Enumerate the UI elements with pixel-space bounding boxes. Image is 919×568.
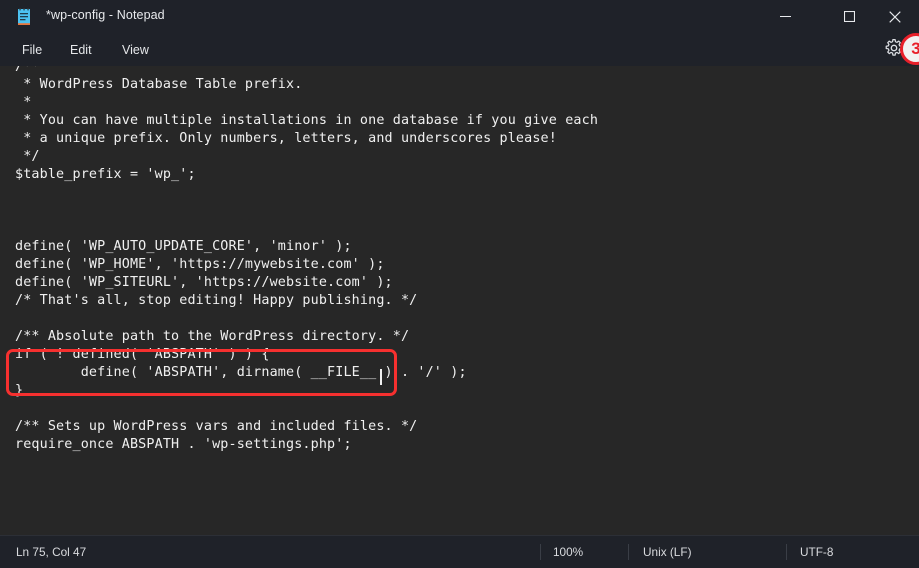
close-button[interactable] [872,0,918,33]
notepad-window: *wp-config - Notepad File Edit View 3 [0,0,919,568]
title-bar[interactable]: *wp-config - Notepad [0,0,919,34]
minimize-icon [779,16,791,17]
editor-line: * WordPress Database Table prefix. [15,77,303,92]
editor-line: $table_prefix = 'wp_'; [15,167,196,182]
menu-bar: File Edit View [0,34,919,66]
status-line-ending[interactable]: Unix (LF) [643,545,692,559]
editor-line: if ( ! defined( 'ABSPATH' ) ) { [15,347,270,362]
notepad-icon [14,7,34,27]
editor-line: /** Absolute path to the WordPress direc… [15,329,410,344]
editor-line: */ [15,149,40,164]
editor-line: /** Sets up WordPress vars and included … [15,419,418,434]
status-divider [786,544,787,560]
editor-line: } [15,383,24,398]
status-divider [628,544,629,560]
maximize-icon [843,11,855,22]
editor-text: /** * WordPress Database Table prefix. *… [15,66,598,454]
status-cursor-position: Ln 75, Col 47 [16,545,87,559]
menu-item-view[interactable]: View [114,38,157,62]
status-bar: Ln 75, Col 47 100% Unix (LF) UTF-8 [0,535,919,568]
close-icon [889,10,901,23]
editor-line: * a unique prefix. Only numbers, letters… [15,131,557,146]
window-title: *wp-config - Notepad [46,8,165,22]
status-encoding[interactable]: UTF-8 [800,545,833,559]
text-editor-area[interactable]: /** * WordPress Database Table prefix. *… [0,66,919,535]
text-caret [380,369,382,385]
editor-line: /** [15,66,40,74]
horizontal-scrollbar[interactable] [0,520,903,534]
minimize-button[interactable] [762,0,808,33]
editor-line: /* That's all, stop editing! Happy publi… [15,293,418,308]
editor-line: define( 'WP_AUTO_UPDATE_CORE', 'minor' )… [15,239,352,254]
menu-item-file[interactable]: File [14,38,50,62]
editor-line: * You can have multiple installations in… [15,113,599,128]
editor-line: * [15,95,32,110]
status-divider [540,544,541,560]
vertical-scrollbar[interactable] [903,66,917,516]
editor-line: define( 'WP_SITEURL', 'https://website.c… [15,275,393,290]
status-zoom-level[interactable]: 100% [553,545,583,559]
editor-line: define( 'ABSPATH', dirname( __FILE__ ) .… [15,365,467,380]
editor-line: define( 'WP_HOME', 'https://mywebsite.co… [15,257,385,272]
menu-item-edit[interactable]: Edit [62,38,100,62]
editor-line: require_once ABSPATH . 'wp-settings.php'… [15,437,352,452]
maximize-button[interactable] [826,0,872,33]
